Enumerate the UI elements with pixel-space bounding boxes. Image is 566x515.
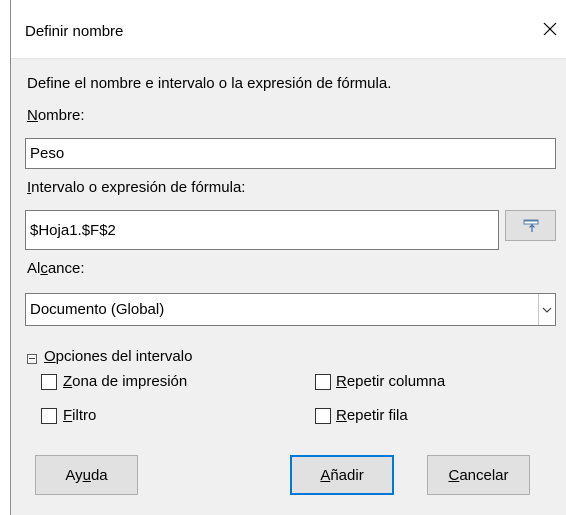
dialog-title: Definir nombre [25,23,124,40]
shrink-icon [523,219,538,232]
dialog-body: Define el nombre e intervalo o la expres… [11,59,566,515]
shrink-selection-button[interactable] [505,210,556,241]
cancel-button[interactable]: Cancelar [427,455,530,495]
scope-dropdown[interactable]: Documento (Global) [25,293,556,326]
range-label: Intervalo o expresión de fórmula: [27,179,246,196]
repeat-row-label: Repetir fila [336,407,408,424]
close-icon [543,22,557,36]
print-range-checkbox[interactable] [41,374,57,390]
repeat-row-checkbox[interactable] [315,408,331,424]
repeat-column-label: Repetir columna [336,373,446,390]
scope-selected-value: Documento (Global) [30,301,165,318]
title-bar: Definir nombre [11,0,566,59]
name-input[interactable]: Peso [25,138,556,169]
range-options-header[interactable]: Opciones del intervalo [44,348,192,365]
dropdown-arrow[interactable] [538,294,555,325]
description-text: Define el nombre e intervalo o la expres… [27,75,392,92]
filter-label: Filtro [63,407,97,424]
name-label: Nombre: [27,107,85,124]
filter-checkbox[interactable] [41,408,57,424]
define-name-dialog: Definir nombre Define el nombre e interv… [0,0,566,515]
help-button[interactable]: Ay u da [35,455,138,495]
range-expression-input[interactable]: $Hoja1.$F$2 [25,210,499,250]
print-range-label: Zona de impresión [63,373,188,390]
add-button[interactable]: Añadir [290,455,394,495]
repeat-column-checkbox[interactable] [315,374,331,390]
collapse-toggle-icon[interactable] [27,354,37,364]
close-button[interactable] [536,14,564,44]
scope-label: Alcance: [27,260,85,277]
chevron-down-icon [542,307,552,313]
